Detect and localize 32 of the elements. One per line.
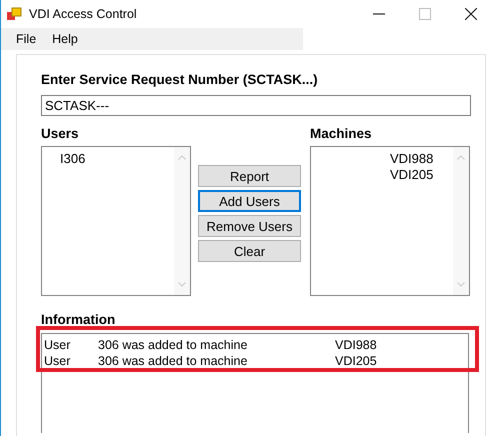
scroll-down-icon[interactable] <box>457 282 465 287</box>
scroll-down-icon[interactable] <box>178 282 186 287</box>
users-label: Users <box>41 126 80 142</box>
machines-label: Machines <box>310 126 373 142</box>
list-item[interactable]: VDI988 <box>311 151 453 167</box>
scrollbar[interactable] <box>174 147 190 295</box>
log-text: VDI988 <box>335 337 377 353</box>
users-list[interactable]: I306 <box>41 146 191 296</box>
field-label: Enter Service Request Number (SCTASK...) <box>41 72 319 88</box>
log-text: User <box>44 337 72 353</box>
menu-item[interactable]: Help <box>50 32 92 46</box>
window-title: VDI Access Control <box>29 7 137 21</box>
information-label: Information <box>41 312 116 328</box>
log-text: 306 was added to machine <box>98 337 248 353</box>
action-button[interactable]: Remove Users <box>198 215 301 237</box>
close-icon[interactable] <box>465 8 477 20</box>
scrollbar[interactable] <box>453 147 469 295</box>
action-button[interactable]: Report <box>198 165 301 187</box>
action-button[interactable]: Add Users <box>198 190 301 212</box>
menu-item[interactable]: File <box>1 32 50 46</box>
log-text: 306 was added to machine <box>98 353 248 369</box>
action-button[interactable]: Clear <box>198 240 301 262</box>
request-field[interactable]: SCTASK--- <box>41 95 471 116</box>
machines-list[interactable]: VDI988 VDI205 <box>310 146 470 296</box>
app-icon <box>6 6 22 22</box>
scroll-up-icon[interactable] <box>178 155 186 160</box>
log-text: User <box>44 353 72 369</box>
list-item[interactable]: VDI205 <box>311 167 453 183</box>
log-text: VDI205 <box>335 353 377 369</box>
maximize-icon[interactable] <box>419 8 431 20</box>
list-item[interactable]: I306 <box>42 151 174 167</box>
scroll-up-icon[interactable] <box>457 155 465 160</box>
